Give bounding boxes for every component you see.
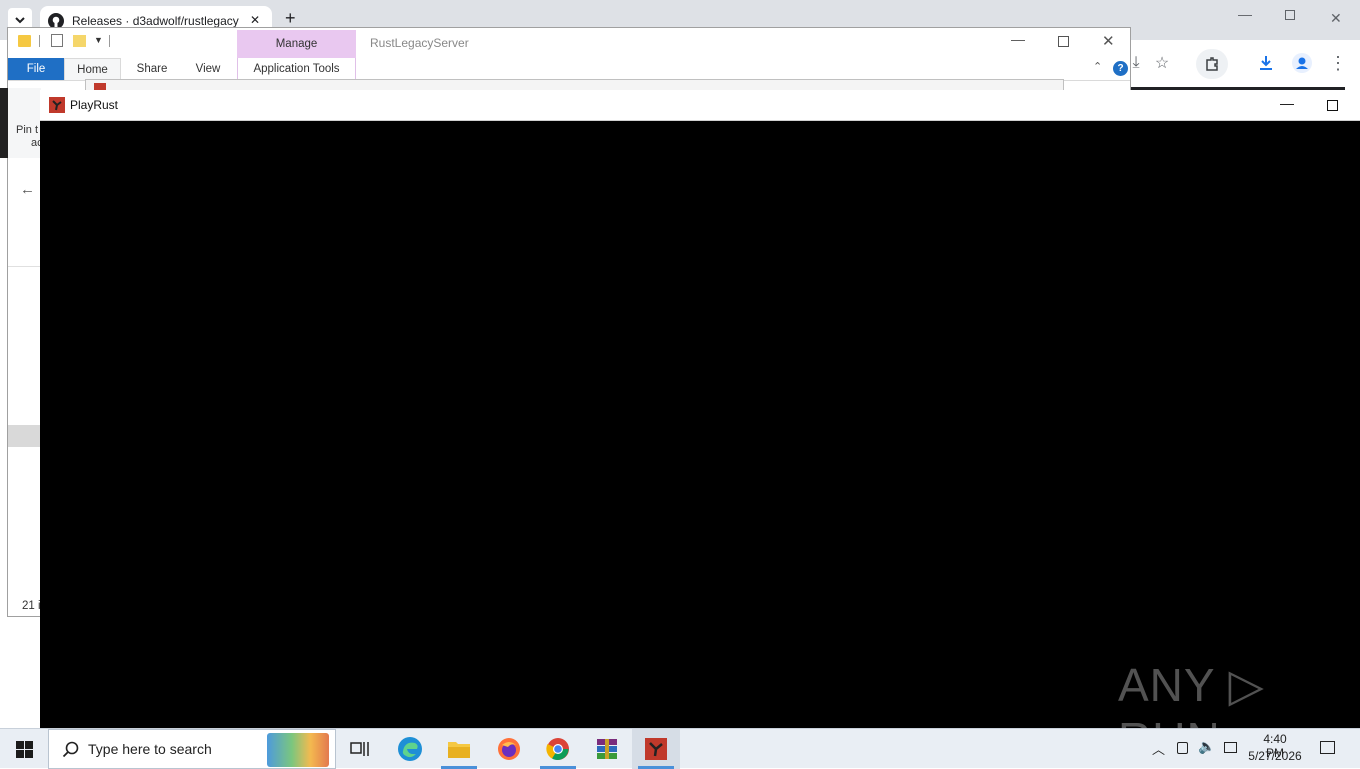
tab-share[interactable]: Share (126, 58, 178, 80)
puzzle-icon (267, 733, 329, 767)
tab-home[interactable]: Home (64, 58, 121, 80)
new-folder-icon[interactable] (73, 35, 86, 47)
chevron-down-icon (15, 17, 25, 24)
ribbon-pin-area: Pin t ac (8, 88, 43, 158)
minimize-icon[interactable]: — (1238, 6, 1252, 22)
explorer-titlebar: ▼ Manage RustLegacyServer — ✕ (8, 28, 1130, 58)
network-icon[interactable] (1224, 742, 1237, 753)
winrar-icon (597, 739, 617, 759)
nav-divider (8, 266, 41, 267)
taskbar-playrust[interactable] (632, 729, 680, 769)
taskbar-chrome[interactable] (534, 729, 582, 769)
restore-icon[interactable] (1285, 10, 1295, 20)
playrust-title: PlayRust (70, 98, 119, 112)
chrome-icon (546, 738, 569, 760)
taskbar-file-explorer[interactable] (435, 729, 483, 769)
firefox-icon (498, 738, 520, 760)
minimize-icon[interactable]: — (1011, 31, 1025, 47)
rust-app-icon (645, 738, 667, 760)
playrust-window[interactable]: PlayRust — (40, 90, 1360, 730)
clock-date[interactable]: 5/27/2026 (1247, 749, 1303, 763)
divider (39, 35, 40, 47)
back-arrow-icon[interactable]: ← (20, 181, 35, 198)
folder-icon (18, 35, 31, 47)
chevron-up-icon[interactable]: ⌃ (1093, 60, 1102, 73)
tab-application-tools[interactable]: Application Tools (237, 58, 356, 80)
manage-contextual-tab[interactable]: Manage (237, 30, 356, 58)
ribbon-tabs: File Home Share View Application Tools ⌃… (8, 58, 1130, 81)
help-icon[interactable]: ? (1113, 61, 1128, 76)
taskbar: Type here to search ︿ 🔈 4:40 PM 5/27/202… (0, 728, 1360, 769)
taskbar-firefox[interactable] (485, 729, 533, 769)
rust-app-icon (49, 97, 65, 113)
selected-row[interactable] (8, 425, 41, 447)
meet-now-icon[interactable] (1177, 742, 1188, 754)
minimize-icon[interactable]: — (1280, 95, 1294, 111)
search-placeholder: Type here to search (88, 741, 212, 757)
divider (109, 35, 110, 47)
downloads-icon[interactable] (1252, 49, 1280, 77)
playrust-titlebar: PlayRust — (40, 90, 1360, 121)
tab-view[interactable]: View (182, 58, 234, 80)
start-button[interactable] (0, 729, 48, 769)
new-tab-button[interactable]: + (285, 8, 296, 29)
game-viewport[interactable] (40, 121, 1360, 730)
notifications-icon[interactable] (1320, 741, 1335, 754)
edge-icon (398, 737, 422, 761)
maximize-icon[interactable] (1058, 36, 1069, 47)
volume-icon[interactable]: 🔈 (1198, 738, 1215, 755)
show-hidden-icons-icon[interactable]: ︿ (1152, 739, 1165, 758)
taskbar-edge[interactable] (386, 729, 434, 769)
maximize-icon[interactable] (1327, 100, 1338, 111)
close-icon[interactable]: ✕ (1102, 32, 1115, 50)
star-icon[interactable]: ☆ (1148, 49, 1176, 77)
status-item-count: 21 i (22, 600, 41, 612)
taskbar-winrar[interactable] (583, 729, 631, 769)
close-icon[interactable]: ✕ (1330, 10, 1342, 27)
tab-title: Releases · d3adwolf/rustlegacy (72, 14, 239, 28)
more-menu-icon[interactable]: ⋮ (1324, 49, 1352, 77)
windows-icon (15, 740, 33, 758)
dark-edge (0, 88, 8, 158)
explorer-window-title: RustLegacyServer (370, 36, 469, 50)
pin-label: Pin t (16, 124, 39, 136)
task-view-button[interactable] (336, 729, 384, 769)
quick-access-dropdown-icon[interactable]: ▼ (94, 35, 103, 45)
close-tab-button[interactable]: ✕ (250, 13, 260, 27)
folder-icon (448, 742, 470, 758)
tab-file[interactable]: File (8, 58, 64, 80)
taskbar-search[interactable]: Type here to search (48, 729, 336, 769)
task-view-icon (350, 742, 369, 756)
profile-icon[interactable] (1288, 49, 1316, 77)
extensions-icon[interactable] (1196, 49, 1228, 79)
search-icon (62, 741, 79, 758)
properties-icon[interactable] (51, 34, 63, 47)
manage-label: Manage (275, 38, 318, 50)
